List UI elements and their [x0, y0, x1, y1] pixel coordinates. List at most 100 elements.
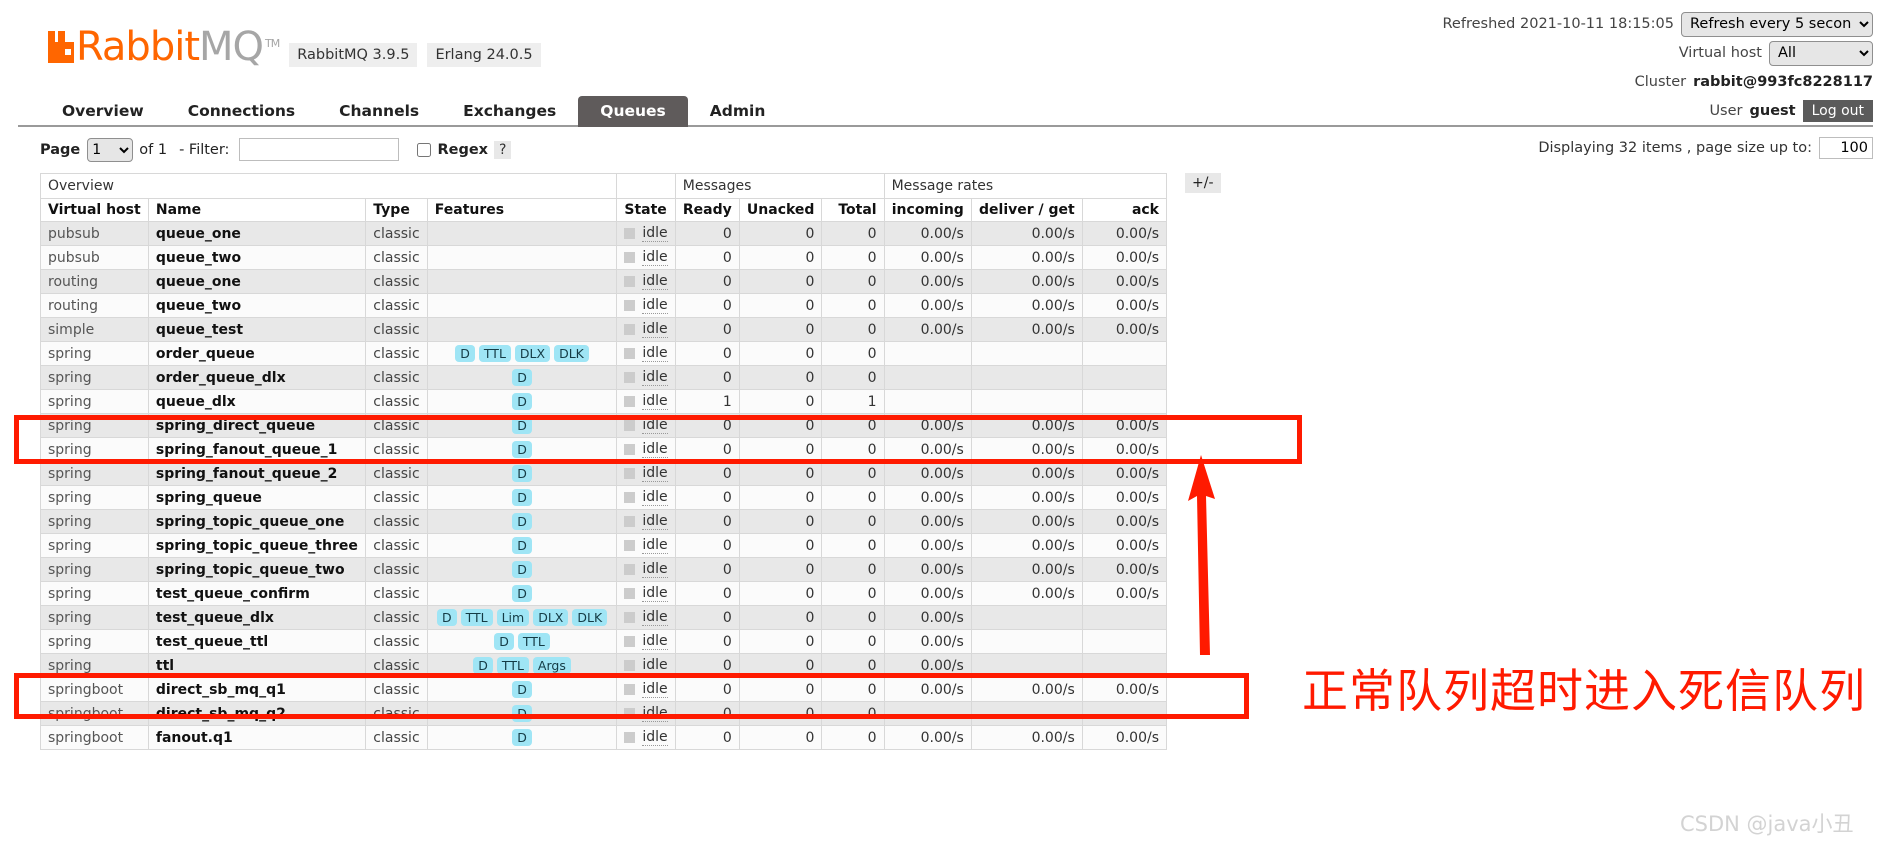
refresh-interval-select[interactable]: Refresh every 5 secondsRefresh every 10 …: [1681, 11, 1873, 37]
state-label: idle: [642, 513, 668, 530]
cell-queue-name[interactable]: fanout.q1: [147, 725, 367, 750]
table-row[interactable]: routing queue_one classic idle 0 0 0 0.00/s 0.00…: [40, 269, 1168, 294]
cell-queue-name[interactable]: spring_queue: [147, 485, 367, 510]
column-header-ack[interactable]: ack: [1081, 198, 1168, 222]
queue-name-link[interactable]: queue_two: [156, 250, 241, 266]
cell-queue-name[interactable]: queue_dlx: [147, 389, 367, 414]
table-row[interactable]: spring spring_topic_queue_three classic Did…: [40, 533, 1168, 558]
nav-tab-connections[interactable]: Connections: [166, 96, 317, 127]
cell-queue-name[interactable]: spring_fanout_queue_1: [147, 437, 367, 462]
column-header-type[interactable]: Type: [365, 198, 428, 222]
column-header-unacked[interactable]: Unacked: [738, 198, 823, 222]
table-row[interactable]: springboot direct_sb_mq_q1 classic Didle 0 0 0…: [40, 677, 1168, 702]
column-toggle-button[interactable]: +/-: [1185, 173, 1221, 193]
queue-name-link[interactable]: queue_test: [156, 322, 243, 338]
vhost-select[interactable]: All/pubsubroutingsimplespringspringboot: [1769, 40, 1873, 66]
column-header-incoming[interactable]: incoming: [883, 198, 972, 222]
filter-input[interactable]: [239, 138, 400, 161]
table-row[interactable]: spring ttl classic D TTL Args idle 0 0 0 0.00/s: [40, 653, 1168, 678]
table-row[interactable]: spring test_queue_confirm classic Didle 0 0 0 0…: [40, 581, 1168, 606]
queue-name-link[interactable]: spring_topic_queue_one: [156, 514, 345, 530]
cell-total: 0: [821, 677, 885, 702]
cell-queue-name[interactable]: test_queue_confirm: [147, 581, 367, 606]
table-row[interactable]: spring test_queue_dlx classic D TTL Lim DLX DLK…: [40, 605, 1168, 630]
table-row[interactable]: spring spring_fanout_queue_2 classic Didle 0…: [40, 461, 1168, 486]
cell-total: 0: [821, 365, 885, 390]
regex-checkbox[interactable]: [417, 142, 432, 157]
table-row[interactable]: spring spring_fanout_queue_1 classic Didle 0…: [40, 437, 1168, 462]
cell-queue-name[interactable]: test_queue_ttl: [147, 629, 367, 654]
cell-queue-name[interactable]: order_queue: [147, 341, 367, 366]
queue-name-link[interactable]: spring_direct_queue: [156, 418, 315, 434]
table-row[interactable]: spring spring_topic_queue_one classic Didle…: [40, 509, 1168, 534]
page-size-input[interactable]: [1819, 137, 1873, 159]
column-header-total[interactable]: Total: [821, 198, 885, 222]
cell-total: 0: [821, 605, 885, 630]
help-icon[interactable]: ?: [494, 140, 512, 159]
table-row[interactable]: spring spring_direct_queue classic Didle 0 0 0…: [40, 413, 1168, 438]
column-header-features[interactable]: Features: [426, 198, 618, 222]
table-row[interactable]: springboot fanout.q1 classic Didle 0 0 0 0.00/s…: [40, 725, 1168, 750]
table-row[interactable]: spring spring_topic_queue_two classic Didle…: [40, 557, 1168, 582]
queue-name-link[interactable]: direct_sb_mq_q1: [156, 682, 286, 698]
table-row[interactable]: spring spring_queue classic Didle 0 0 0 0.00/s 0…: [40, 485, 1168, 510]
queue-name-link[interactable]: spring_topic_queue_two: [156, 562, 345, 578]
queue-name-link[interactable]: test_queue_dlx: [156, 610, 274, 626]
cell-queue-name[interactable]: direct_sb_mq_q1: [147, 677, 367, 702]
queue-name-link[interactable]: spring_fanout_queue_1: [156, 442, 338, 458]
table-row[interactable]: spring order_queue classic D TTL DLX DLK idle 0 0…: [40, 341, 1168, 366]
cell-queue-name[interactable]: spring_direct_queue: [147, 413, 367, 438]
cell-queue-name[interactable]: spring_topic_queue_two: [147, 557, 367, 582]
queue-name-link[interactable]: fanout.q1: [156, 730, 233, 746]
queue-name-link[interactable]: test_queue_confirm: [156, 586, 310, 602]
nav-tab-channels[interactable]: Channels: [317, 96, 441, 127]
queue-name-link[interactable]: order_queue: [156, 346, 255, 362]
queue-name-link[interactable]: direct_sb_mq_q2: [156, 706, 286, 722]
column-header-virtual-host[interactable]: Virtual host: [40, 198, 149, 222]
queue-name-link[interactable]: order_queue_dlx: [156, 370, 286, 386]
nav-tab-overview[interactable]: Overview: [40, 96, 166, 127]
cell-queue-name[interactable]: test_queue_dlx: [147, 605, 367, 630]
cell-queue-name[interactable]: order_queue_dlx: [147, 365, 367, 390]
cell-state: idle: [616, 629, 676, 654]
cell-queue-name[interactable]: queue_two: [147, 245, 367, 270]
cell-queue-name[interactable]: queue_one: [147, 221, 367, 246]
nav-tab-exchanges[interactable]: Exchanges: [441, 96, 578, 127]
column-header-ready[interactable]: Ready: [674, 198, 740, 222]
cell-queue-name[interactable]: spring_fanout_queue_2: [147, 461, 367, 486]
queue-name-link[interactable]: spring_topic_queue_three: [156, 538, 358, 554]
brand-logo[interactable]: Rabbit MQ TM RabbitMQ 3.9.5 Erlang 24.0.5: [48, 24, 541, 70]
cell-queue-name[interactable]: spring_topic_queue_one: [147, 509, 367, 534]
cell-queue-name[interactable]: ttl: [147, 653, 367, 678]
queue-name-link[interactable]: queue_two: [156, 298, 241, 314]
nav-tab-admin[interactable]: Admin: [688, 96, 788, 127]
table-row[interactable]: pubsub queue_one classic idle 0 0 0 0.00/s 0.00/…: [40, 221, 1168, 246]
table-row[interactable]: springboot direct_sb_mq_q2 classic Didle 0 0 0: [40, 701, 1168, 726]
queue-name-link[interactable]: ttl: [156, 658, 174, 674]
table-row[interactable]: pubsub queue_two classic idle 0 0 0 0.00/s 0.00/…: [40, 245, 1168, 270]
cell-virtual-host: springboot: [40, 677, 149, 702]
table-row[interactable]: spring queue_dlx classic Didle 1 0 1: [40, 389, 1168, 414]
page-select[interactable]: 1: [87, 137, 134, 162]
cell-total: 0: [821, 221, 885, 246]
cell-queue-name[interactable]: queue_test: [147, 317, 367, 342]
nav-tab-queues[interactable]: Queues: [578, 96, 688, 127]
queue-name-link[interactable]: queue_dlx: [156, 394, 236, 410]
column-header-deliver-get[interactable]: deliver / get: [970, 198, 1083, 222]
queue-name-link[interactable]: test_queue_ttl: [156, 634, 268, 650]
queue-name-link[interactable]: queue_one: [156, 226, 241, 242]
table-row[interactable]: spring test_queue_ttl classic D TTL idle 0 0 0 0.…: [40, 629, 1168, 654]
table-row[interactable]: spring order_queue_dlx classic Didle 0 0 0: [40, 365, 1168, 390]
table-row[interactable]: routing queue_two classic idle 0 0 0 0.00/s 0.00…: [40, 293, 1168, 318]
cell-queue-name[interactable]: queue_one: [147, 269, 367, 294]
table-row[interactable]: simple queue_test classic idle 0 0 0 0.00/s 0.00…: [40, 317, 1168, 342]
queue-name-link[interactable]: spring_queue: [156, 490, 262, 506]
cell-queue-name[interactable]: direct_sb_mq_q2: [147, 701, 367, 726]
feature-badge-d: D: [512, 393, 532, 410]
column-header-state[interactable]: State: [616, 198, 676, 222]
queue-name-link[interactable]: queue_one: [156, 274, 241, 290]
column-header-name[interactable]: Name: [147, 198, 367, 222]
queue-name-link[interactable]: spring_fanout_queue_2: [156, 466, 338, 482]
cell-queue-name[interactable]: spring_topic_queue_three: [147, 533, 367, 558]
cell-queue-name[interactable]: queue_two: [147, 293, 367, 318]
